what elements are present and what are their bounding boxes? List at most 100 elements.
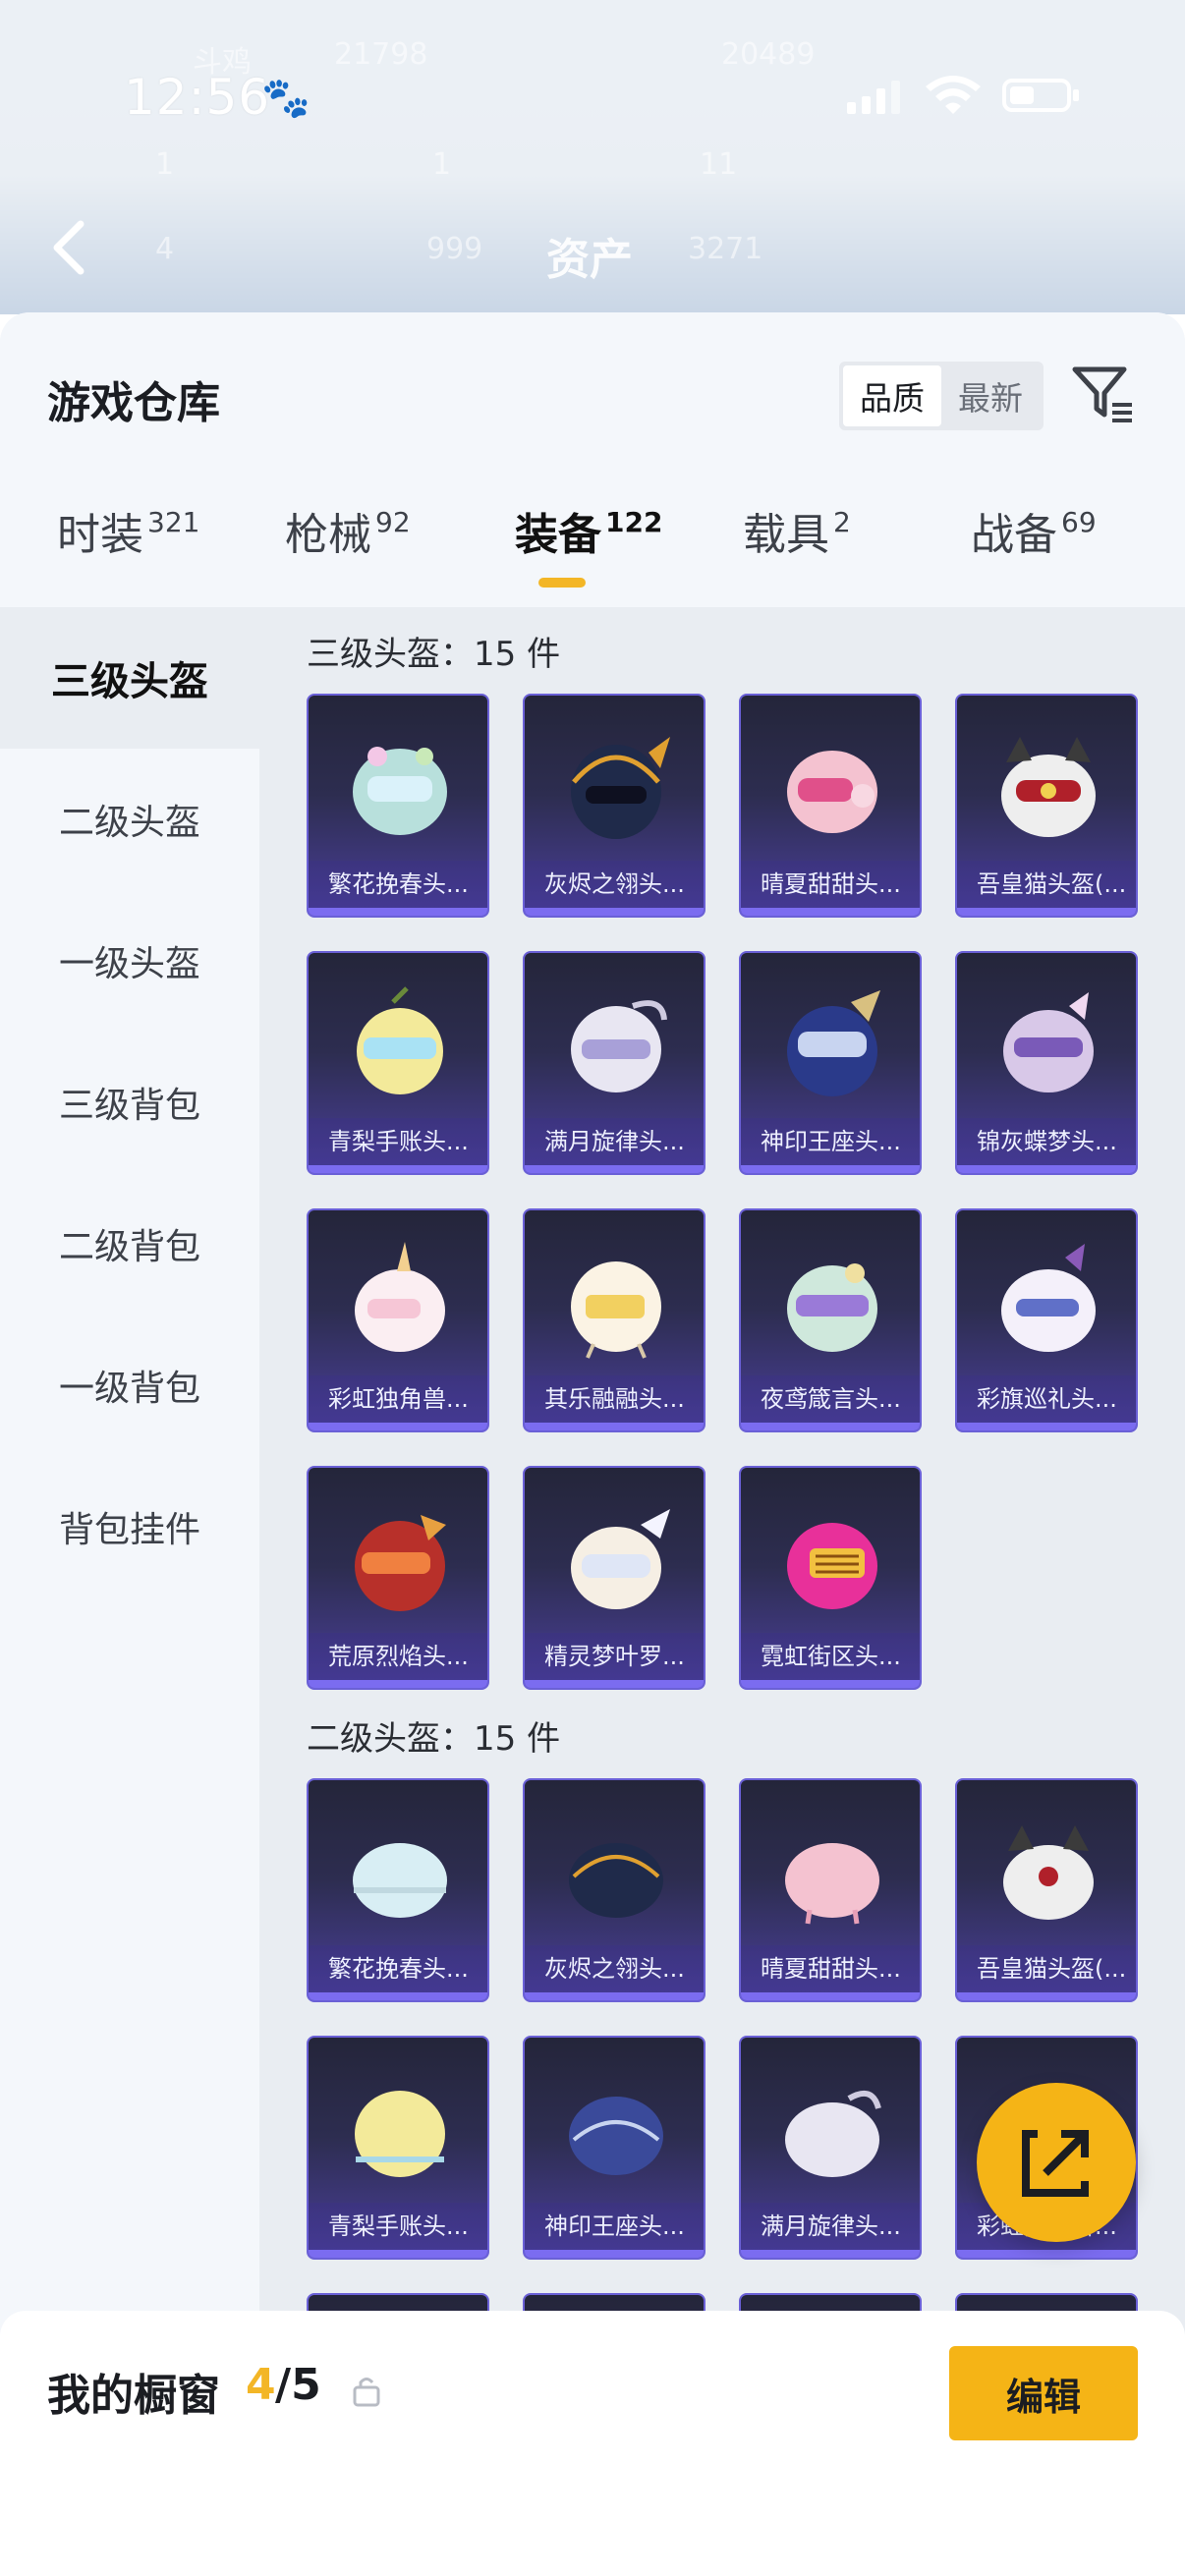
tab-count: 321	[147, 506, 200, 538]
item-card[interactable]: 灰烬之翎头...	[523, 694, 705, 918]
tab-count: 122	[605, 506, 663, 538]
tab-vehicles[interactable]: 载具 2	[743, 499, 851, 607]
helmet-icon	[571, 1261, 661, 1359]
tab-count: 92	[375, 506, 411, 538]
tab-weapons[interactable]: 枪械 92	[285, 499, 411, 607]
item-card[interactable]: 神印王座头...	[739, 951, 922, 1175]
item-card[interactable]: 灰烬之翎头...	[523, 1778, 705, 2002]
category-tabs: 时装 321 枪械 92 装备 122 载具 2 战备 69	[0, 499, 1185, 607]
item-card[interactable]: 霓虹街区头...	[739, 1466, 922, 1690]
helmet-icon	[571, 737, 670, 839]
item-card[interactable]: 荒原烈焰头...	[307, 1466, 489, 1690]
tab-label: 枪械	[285, 510, 371, 560]
item-card[interactable]: 吾皇猫头盔(...	[955, 1778, 1138, 2002]
item-name: 神印王座头...	[741, 1118, 920, 1165]
helmet-icon	[357, 986, 443, 1094]
sidebar-item-backpack-3[interactable]: 三级背包	[0, 1032, 259, 1173]
helmet-icon	[571, 1000, 667, 1092]
helmet-icon	[353, 747, 447, 835]
share-icon	[1022, 2130, 1089, 2197]
helmet-icon	[787, 990, 880, 1096]
helmet-icon	[353, 1843, 447, 1918]
sidebar-item-helmet-1[interactable]: 一级头盔	[0, 890, 259, 1032]
sidebar-item-helmet-3[interactable]: 三级头盔	[0, 607, 259, 749]
item-card[interactable]: 青梨手账头...	[307, 2036, 489, 2260]
helmet-icon	[787, 751, 877, 833]
showcase-current: 4	[246, 2360, 276, 2410]
item-card[interactable]: 晴夏甜甜头...	[739, 694, 922, 918]
sort-quality-button[interactable]: 品质	[843, 365, 941, 426]
item-name: 彩虹独角兽...	[309, 1375, 487, 1423]
item-card[interactable]: 满月旋律头...	[739, 2036, 922, 2260]
sidebar-item-backpack-1[interactable]: 一级背包	[0, 1315, 259, 1456]
tab-equipment[interactable]: 装备 122	[515, 499, 662, 607]
ghost-text: 4	[155, 232, 175, 266]
item-name: 灰烬之翎头...	[525, 861, 704, 908]
tab-label: 载具	[743, 510, 829, 560]
ghost-text: 3271	[688, 232, 763, 266]
tab-supplies[interactable]: 战备 69	[971, 499, 1097, 607]
item-card[interactable]: 神印王座头...	[523, 2036, 705, 2260]
item-name: 灰烬之翎头...	[525, 1945, 704, 1992]
item-name: 繁花挽春头...	[309, 1945, 487, 1992]
item-card[interactable]: 彩旗巡礼头...	[955, 1208, 1138, 1432]
tab-label: 时装	[57, 510, 143, 560]
paw-icon: 🐾	[261, 76, 310, 121]
item-name: 晴夏甜甜头...	[741, 861, 920, 908]
section-title: 三级头盔：15 件	[307, 635, 561, 674]
ghost-text: 1	[432, 147, 452, 182]
active-tab-indicator	[538, 578, 586, 588]
helmet-icon	[569, 1843, 663, 1918]
helmet-icon	[787, 1523, 877, 1609]
helmet-icon	[569, 2097, 663, 2175]
sort-newest-button[interactable]: 最新	[941, 365, 1040, 426]
tab-count: 69	[1061, 506, 1097, 538]
sidebar-item-helmet-2[interactable]: 二级头盔	[0, 749, 259, 890]
sidebar-item-backpack-2[interactable]: 二级背包	[0, 1173, 259, 1315]
share-button[interactable]	[977, 2083, 1136, 2242]
edit-button[interactable]: 编辑	[949, 2346, 1138, 2440]
lock-icon	[353, 2378, 380, 2407]
page-title: 资产	[546, 235, 633, 285]
tab-fashion[interactable]: 时装 321	[57, 499, 199, 607]
helmet-icon	[1001, 1244, 1096, 1352]
helmet-icon	[1003, 992, 1094, 1092]
ghost-text: 1	[155, 147, 175, 182]
item-name: 满月旋律头...	[741, 2203, 920, 2250]
item-name: 吾皇猫头盔(...	[957, 1945, 1136, 1992]
helmet-icon	[1001, 737, 1096, 837]
tab-label: 装备	[515, 510, 601, 560]
item-name: 吾皇猫头盔(...	[957, 861, 1136, 908]
item-name: 其乐融融头...	[525, 1375, 704, 1423]
item-card[interactable]: 青梨手账头...	[307, 951, 489, 1175]
item-card[interactable]: 繁花挽春头...	[307, 1778, 489, 2002]
item-card[interactable]: 晴夏甜甜头...	[739, 1778, 922, 2002]
warehouse-screen: 斗鸡 21798 20489 1 1 11 4 999 3271 12:56 🐾…	[0, 0, 1185, 2576]
sidebar-item-backpack-charm[interactable]: 背包挂件	[0, 1456, 259, 1597]
sidebar: 三级头盔 二级头盔 一级头盔 三级背包 二级背包 一级背包 背包挂件	[0, 607, 259, 2576]
showcase-total: /5	[275, 2360, 321, 2410]
item-name: 神印王座头...	[525, 2203, 704, 2250]
clock: 12:56	[124, 69, 271, 126]
item-card[interactable]: 满月旋律头...	[523, 951, 705, 1175]
item-name: 满月旋律头...	[525, 1118, 704, 1165]
wifi-icon	[926, 76, 981, 114]
item-card[interactable]: 精灵梦叶罗...	[523, 1466, 705, 1690]
item-card[interactable]: 锦灰蝶梦头...	[955, 951, 1138, 1175]
sort-toggle: 品质 最新	[839, 362, 1044, 430]
showcase-label: 我的橱窗	[47, 2371, 220, 2421]
item-name: 青梨手账头...	[309, 2203, 487, 2250]
ghost-text: 999	[426, 232, 483, 266]
item-card[interactable]: 彩虹独角兽...	[307, 1208, 489, 1432]
item-card[interactable]: 吾皇猫头盔(...	[955, 694, 1138, 918]
item-card[interactable]: 其乐融融头...	[523, 1208, 705, 1432]
item-card[interactable]: 繁花挽春头...	[307, 694, 489, 918]
back-icon[interactable]	[45, 218, 94, 277]
item-card[interactable]: 夜鸢箴言头...	[739, 1208, 922, 1432]
helmet-icon	[355, 1242, 445, 1352]
helmet-icon	[785, 1843, 879, 1925]
helmet-icon	[1003, 1825, 1094, 1920]
item-name: 彩旗巡礼头...	[957, 1375, 1136, 1423]
helmet-icon	[355, 1515, 446, 1611]
filter-icon[interactable]	[1071, 362, 1136, 426]
